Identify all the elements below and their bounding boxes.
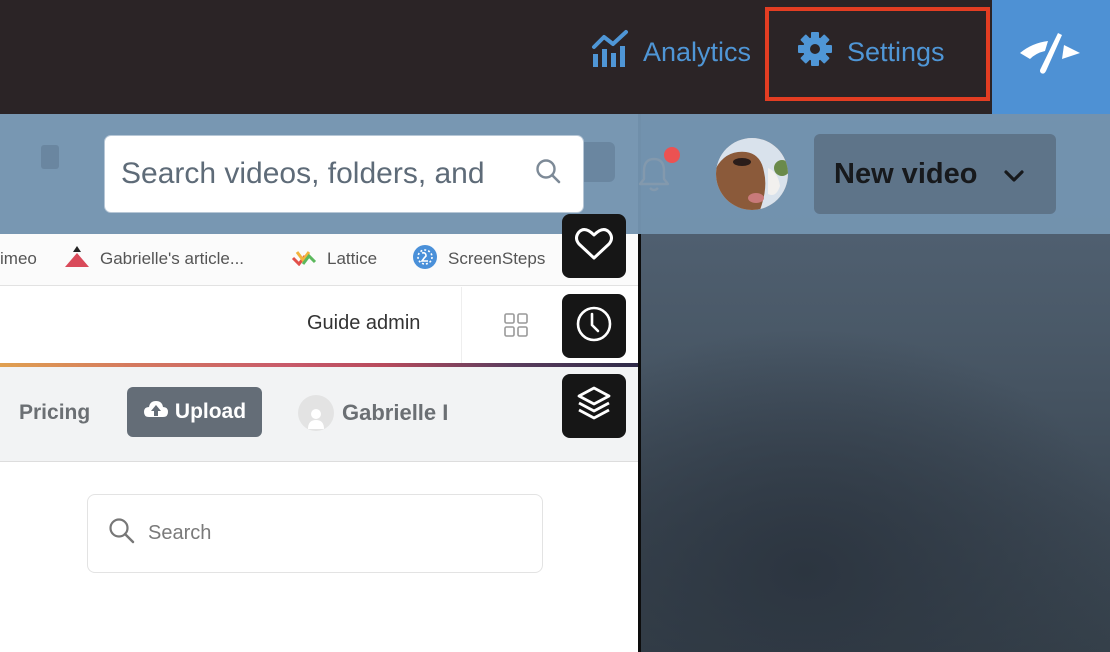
nav-settings[interactable]: Settings (797, 31, 945, 74)
notification-bell-icon[interactable] (638, 155, 670, 198)
content-search-field[interactable] (87, 494, 543, 573)
top-navigation-bar: Analytics Settings (0, 0, 1110, 114)
user-name: Gabrielle I (342, 400, 449, 425)
upload-button[interactable]: Upload (127, 387, 262, 437)
clock-icon (575, 305, 613, 348)
guide-separator (461, 287, 462, 363)
bookmark-label: Gabrielle's article... (100, 249, 245, 268)
user-avatar-placeholder-icon (298, 395, 334, 431)
content-search-input[interactable] (148, 522, 508, 545)
analytics-chart-icon (591, 29, 629, 76)
bookmarks-bar: imeo Gabrielle's article... Lattice Scre… (0, 234, 638, 286)
heart-icon (575, 227, 613, 266)
chevron-down-icon (1003, 158, 1025, 191)
apps-grid-icon[interactable] (504, 313, 528, 342)
notification-badge (664, 147, 680, 163)
history-button[interactable] (562, 294, 626, 358)
screensteps-icon (412, 244, 438, 275)
upload-label: Upload (174, 400, 247, 423)
header-search-input[interactable] (121, 157, 511, 191)
cloud-upload-icon (143, 399, 169, 425)
site-subnav: Pricing Upload Gabrielle I (0, 367, 638, 462)
bookmark-label: Lattice (327, 249, 378, 268)
search-icon[interactable] (535, 158, 563, 191)
header-search-field[interactable] (104, 135, 584, 213)
guide-admin-row: Guide admin (0, 287, 638, 363)
nav-analytics[interactable]: Analytics (591, 29, 752, 72)
faded-document-icon (40, 144, 60, 175)
bookmark-gabrielles-articles[interactable]: Gabrielle's article... (64, 245, 245, 274)
nav-analytics-label: Analytics (643, 36, 752, 67)
triangle-logo-icon (64, 245, 90, 274)
bookmark-label: ScreenSteps (448, 249, 546, 268)
bookmark-screensteps[interactable]: ScreenSteps (412, 244, 546, 275)
new-video-label: New video (834, 157, 978, 190)
layers-button[interactable] (562, 374, 626, 438)
speedometer-logo-icon (1018, 31, 1084, 84)
pricing-link[interactable]: Pricing (19, 401, 90, 425)
layers-icon (575, 385, 613, 428)
bookmark-vimeo[interactable]: imeo (0, 246, 37, 272)
lattice-icon (291, 248, 317, 271)
nav-settings-label: Settings (847, 36, 945, 67)
gear-icon (797, 31, 833, 74)
user-avatar[interactable] (716, 138, 788, 210)
user-menu[interactable]: Gabrielle I (298, 395, 448, 431)
bookmark-lattice[interactable]: Lattice (291, 246, 377, 272)
bookmark-label: imeo (0, 249, 37, 268)
new-video-button[interactable]: New video (814, 134, 1056, 214)
search-icon (108, 517, 136, 550)
app-logo[interactable] (992, 0, 1110, 114)
favorites-button[interactable] (562, 214, 626, 278)
guide-admin-link[interactable]: Guide admin (307, 312, 420, 335)
